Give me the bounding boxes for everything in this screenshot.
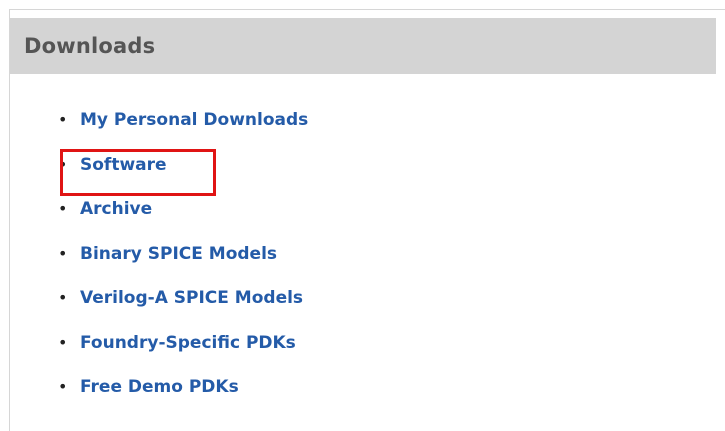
bullet-icon: • [58, 288, 68, 307]
link-archive[interactable]: Archive [80, 200, 152, 218]
bullet-icon: • [58, 377, 68, 396]
link-free-demo-pdks[interactable]: Free Demo PDKs [80, 378, 239, 396]
bullet-icon: • [58, 243, 68, 263]
link-software[interactable]: Software [80, 156, 167, 174]
list-item: • Binary SPICE Models [58, 243, 308, 290]
list-item: • Software [58, 154, 308, 201]
list-item: • Foundry-Specific PDKs [58, 332, 308, 379]
panel-header: Downloads [10, 18, 716, 74]
link-verilog-a-spice-models[interactable]: Verilog-A SPICE Models [80, 289, 303, 307]
bullet-icon: • [58, 199, 68, 218]
panel-title: Downloads [24, 34, 156, 58]
list-item: • Free Demo PDKs [58, 378, 308, 423]
link-my-personal-downloads[interactable]: My Personal Downloads [80, 111, 308, 129]
list-item: • My Personal Downloads [58, 111, 308, 156]
list-item: • Verilog-A SPICE Models [58, 289, 308, 334]
downloads-list: • My Personal Downloads • Software • Arc… [58, 111, 308, 423]
link-binary-spice-models[interactable]: Binary SPICE Models [80, 245, 277, 263]
bullet-icon: • [58, 154, 68, 174]
list-item: • Archive [58, 200, 308, 245]
bullet-icon: • [58, 332, 68, 352]
bullet-icon: • [58, 110, 68, 129]
link-foundry-specific-pdks[interactable]: Foundry-Specific PDKs [80, 334, 296, 352]
